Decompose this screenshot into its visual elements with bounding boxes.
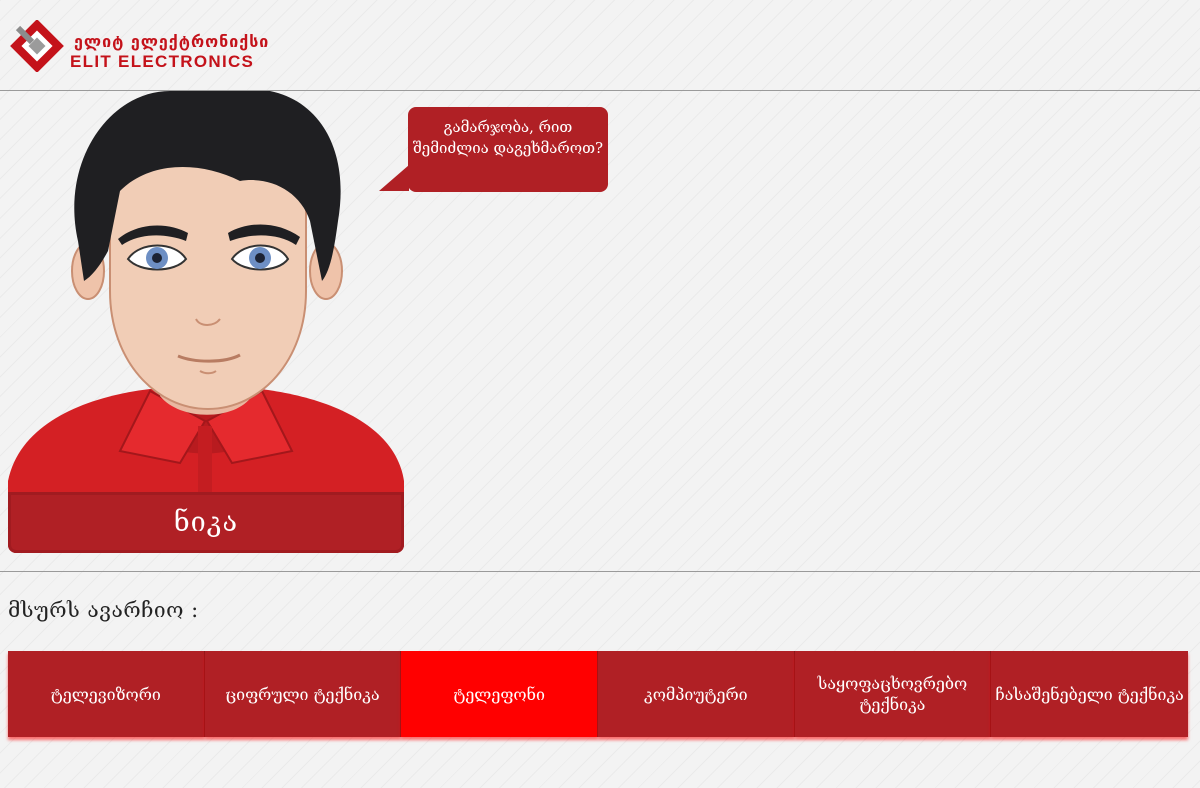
category-button-digital[interactable]: ციფრული ტექნიკა [204, 651, 402, 737]
elit-logo-icon [10, 20, 64, 72]
category-button-tv[interactable]: ტელევიზორი [8, 651, 205, 737]
choose-prompt: მსურს ავარჩიო : [8, 598, 199, 622]
category-button-built-in[interactable]: ჩასაშენებელი ტექნიკა [991, 651, 1188, 737]
category-button-household[interactable]: საყოფაცხოვრებო ტექნიკა [794, 651, 992, 737]
category-button-phone[interactable]: ტელეფონი [401, 651, 598, 737]
category-button-computer[interactable]: კომპიუტერი [597, 651, 795, 737]
assistant-name: ნიკა [173, 507, 239, 538]
category-bar: ტელევიზორი ციფრული ტექნიკა ტელეფონი კომპ… [8, 651, 1188, 737]
category-label: ჩასაშენებელი ტექნიკა [995, 684, 1184, 704]
greeting-text: გამარჯობა, რით შემიძლია დაგეხმაროთ? [412, 118, 604, 157]
category-label: ტელევიზორი [50, 684, 161, 704]
header: ელიტ ელექტრონიქსი ELIT ELECTRONICS [0, 0, 1200, 91]
category-label: კომპიუტერი [643, 684, 748, 704]
divider [0, 571, 1200, 572]
assistant-name-plate: ნიკა [8, 492, 404, 553]
logo[interactable]: ელიტ ელექტრონიქსი ELIT ELECTRONICS [8, 18, 308, 74]
logo-text-english: ELIT ELECTRONICS [70, 52, 255, 71]
category-label: საყოფაცხოვრებო ტექნიკა [817, 674, 968, 714]
speech-bubble: გამარჯობა, რით შემიძლია დაგეხმაროთ? [408, 107, 608, 192]
category-label: ციფრული ტექნიკა [225, 684, 380, 704]
assistant-avatar [0, 91, 410, 493]
logo-text-georgian: ელიტ ელექტრონიქსი [74, 32, 270, 51]
speech-bubble-tail [379, 165, 409, 191]
category-label: ტელეფონი [453, 684, 545, 704]
